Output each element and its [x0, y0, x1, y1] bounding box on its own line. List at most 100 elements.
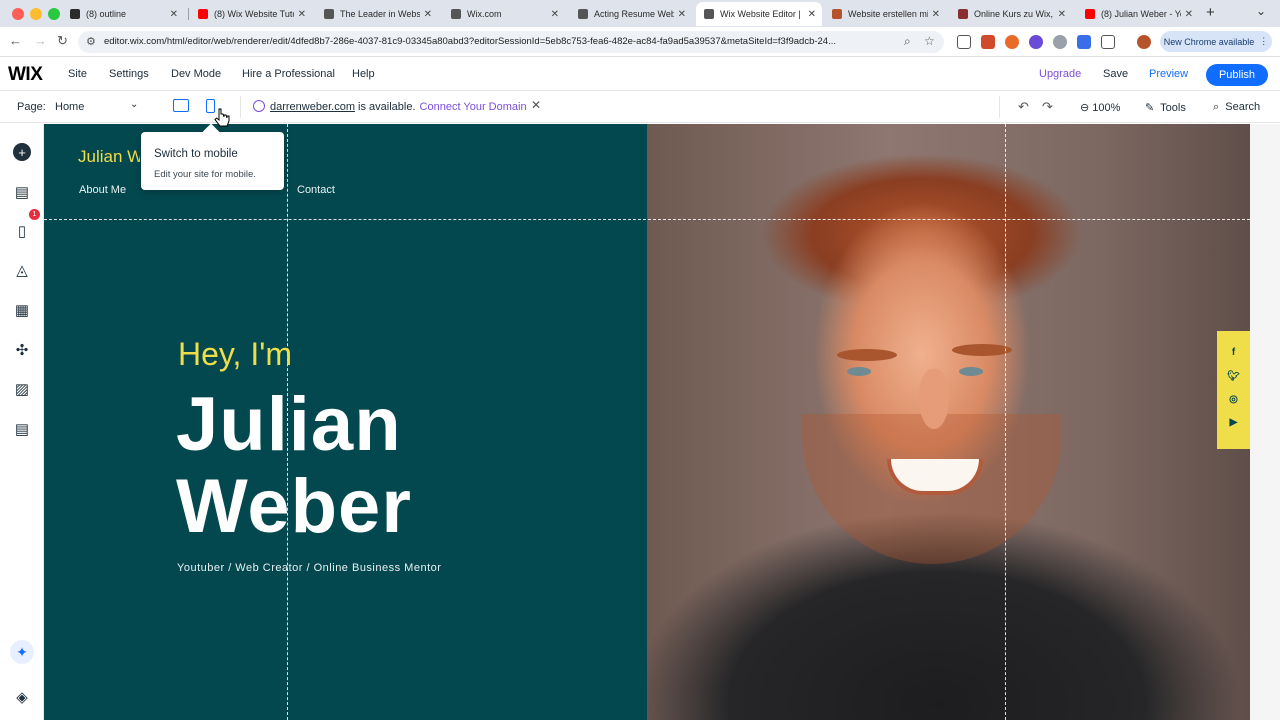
wix-top-bar: WIX Site Settings Dev Mode Hire a Profes… [0, 58, 1280, 91]
minimize-window-button[interactable] [30, 8, 42, 20]
social-bar[interactable]: f 🐦︎ ◎ ▶ [1217, 331, 1250, 449]
zoom-lens-icon[interactable]: ⌕ [904, 34, 911, 49]
tab-close-icon[interactable]: ✕ [170, 9, 178, 20]
wix-logo[interactable]: WIX [8, 64, 43, 86]
save-button[interactable]: Save [1103, 68, 1128, 80]
add-elements-icon[interactable]: + [13, 143, 31, 161]
extension-icon[interactable] [1053, 35, 1067, 49]
tab-title: Wix.com [467, 9, 502, 19]
browser-tab-active[interactable]: Wix Website Editor | ✕ [696, 2, 822, 26]
reload-icon[interactable]: ↻ [57, 33, 68, 49]
page-label: Page: [17, 101, 46, 113]
browser-tab[interactable]: Website erstellen mi ✕ [824, 2, 946, 26]
browser-tab[interactable]: Online Kurs zu Wix, I ✕ [950, 2, 1072, 26]
instagram-icon[interactable]: ◎ [1217, 394, 1250, 405]
extensions-puzzle-icon[interactable] [1101, 35, 1115, 49]
profile-photo[interactable] [647, 124, 1250, 720]
bookmark-star-icon[interactable]: ☆ [924, 34, 935, 48]
screenshot-extension-icon[interactable] [957, 35, 971, 49]
domain-name-link[interactable]: darrenweber.com [270, 101, 355, 113]
tab-title: Online Kurs zu Wix, I [974, 9, 1054, 19]
hero-tagline[interactable]: Youtuber / Web Creator / Online Business… [177, 562, 441, 574]
domain-message: darrenweber.com is available. Connect You… [270, 101, 527, 113]
search-button[interactable]: ⌕ Search [1213, 101, 1260, 114]
tab-close-icon[interactable]: ✕ [1058, 9, 1066, 20]
my-business-icon[interactable]: ✣ [13, 341, 31, 359]
layers-icon[interactable]: ◈ [13, 688, 31, 706]
site-nav-about[interactable]: About Me [79, 184, 126, 196]
redo-icon[interactable]: ↷ [1042, 99, 1053, 115]
browser-tab[interactable]: The Leader in Websit ✕ [316, 2, 438, 26]
close-window-button[interactable] [12, 8, 24, 20]
close-icon[interactable]: ✕ [531, 98, 541, 112]
tooltip-title: Switch to mobile [154, 148, 238, 160]
publish-button[interactable]: Publish [1206, 64, 1268, 86]
tab-close-icon[interactable]: ✕ [808, 9, 816, 20]
page-selector[interactable]: Home [55, 101, 84, 113]
tab-title: Acting Resume Webs [594, 9, 674, 19]
canvas-scrollbar[interactable] [1250, 124, 1280, 720]
media-icon[interactable]: ▨ [13, 380, 31, 398]
desktop-view-icon[interactable] [173, 99, 189, 112]
extension-icon[interactable] [1005, 35, 1019, 49]
hero-name[interactable]: Julian Weber [176, 384, 412, 548]
menu-hire-a-professional[interactable]: Hire a Professional [242, 68, 335, 80]
editor-canvas[interactable]: Julian W About Me Contact Hey, I'm Julia… [44, 124, 1250, 720]
pen-extension-icon[interactable] [981, 35, 995, 49]
chevron-down-icon[interactable]: ⌄ [130, 99, 138, 110]
tab-close-icon[interactable]: ✕ [298, 9, 306, 20]
tab-close-icon[interactable]: ✕ [424, 9, 432, 20]
browser-tab[interactable]: (8) Julian Weber - Yo ✕ [1077, 2, 1199, 26]
profile-avatar[interactable] [1137, 35, 1151, 49]
hero-greeting[interactable]: Hey, I'm [178, 336, 292, 373]
upgrade-button[interactable]: Upgrade [1039, 68, 1081, 80]
forward-arrow-icon[interactable]: → [34, 33, 47, 48]
ai-assistant-icon[interactable]: ✦ [10, 640, 34, 664]
zoom-out-icon: ⊖ [1080, 102, 1090, 114]
tab-separator [188, 8, 189, 20]
facebook-icon[interactable]: f [1217, 347, 1250, 358]
extension-icon[interactable] [1077, 35, 1091, 49]
browser-tab[interactable]: Wix.com ✕ [443, 2, 565, 26]
site-nav-contact[interactable]: Contact [297, 184, 335, 196]
wix-editor-toolbar: Page: Home ⌄ darrenweber.com is availabl… [0, 91, 1280, 123]
tab-title: (8) outline [86, 9, 127, 19]
youtube-icon [198, 9, 208, 19]
tools-button[interactable]: ✎ Tools [1145, 101, 1186, 114]
pages-menu-icon[interactable]: ▯ [13, 222, 31, 240]
tab-close-icon[interactable]: ✕ [678, 9, 686, 20]
tab-close-icon[interactable]: ✕ [932, 9, 940, 20]
browser-tab[interactable]: (8) outline ✕ [62, 2, 184, 26]
zoom-control[interactable]: ⊖ 100% [1080, 101, 1120, 114]
menu-help[interactable]: Help [352, 68, 375, 80]
browser-tab[interactable]: (8) Wix Website Tuto ✕ [190, 2, 312, 26]
twitter-icon[interactable]: 🐦︎ [1217, 371, 1250, 382]
new-tab-button[interactable]: + [1206, 4, 1215, 21]
menu-settings[interactable]: Settings [109, 68, 149, 80]
youtube-icon[interactable]: ▶ [1217, 417, 1250, 428]
site-logo-text[interactable]: Julian W [78, 147, 140, 167]
browser-tab[interactable]: Acting Resume Webs ✕ [570, 2, 692, 26]
site-design-icon[interactable]: ◬ [13, 261, 31, 279]
tab-close-icon[interactable]: ✕ [551, 9, 559, 20]
tab-title: (8) Wix Website Tuto [214, 9, 294, 19]
add-apps-icon[interactable]: ▦ [13, 301, 31, 319]
extension-icon[interactable] [1029, 35, 1043, 49]
menu-dev-mode[interactable]: Dev Mode [171, 68, 221, 80]
hero-name-first: Julian [176, 382, 402, 467]
connect-domain-link[interactable]: Connect Your Domain [420, 101, 527, 113]
tab-close-icon[interactable]: ✕ [1185, 9, 1193, 20]
back-arrow-icon[interactable]: ← [9, 33, 22, 48]
address-bar[interactable]: ⚙ editor.wix.com/html/editor/web/rendere… [78, 31, 944, 53]
cms-icon[interactable]: ▤ [13, 420, 31, 438]
hand-cursor-icon [214, 108, 230, 127]
preview-button[interactable]: Preview [1149, 68, 1188, 80]
undo-icon[interactable]: ↶ [1018, 99, 1029, 115]
new-chrome-available-button[interactable]: New Chrome available ⋮ [1160, 31, 1272, 52]
maximize-window-button[interactable] [48, 8, 60, 20]
site-settings-icon[interactable]: ⚙ [86, 35, 96, 48]
url-text[interactable]: editor.wix.com/html/editor/web/renderer/… [104, 36, 874, 47]
add-section-icon[interactable]: ▤ [13, 183, 31, 201]
menu-site[interactable]: Site [68, 68, 87, 80]
tab-search-chevron-icon[interactable]: ⌄ [1256, 4, 1266, 18]
